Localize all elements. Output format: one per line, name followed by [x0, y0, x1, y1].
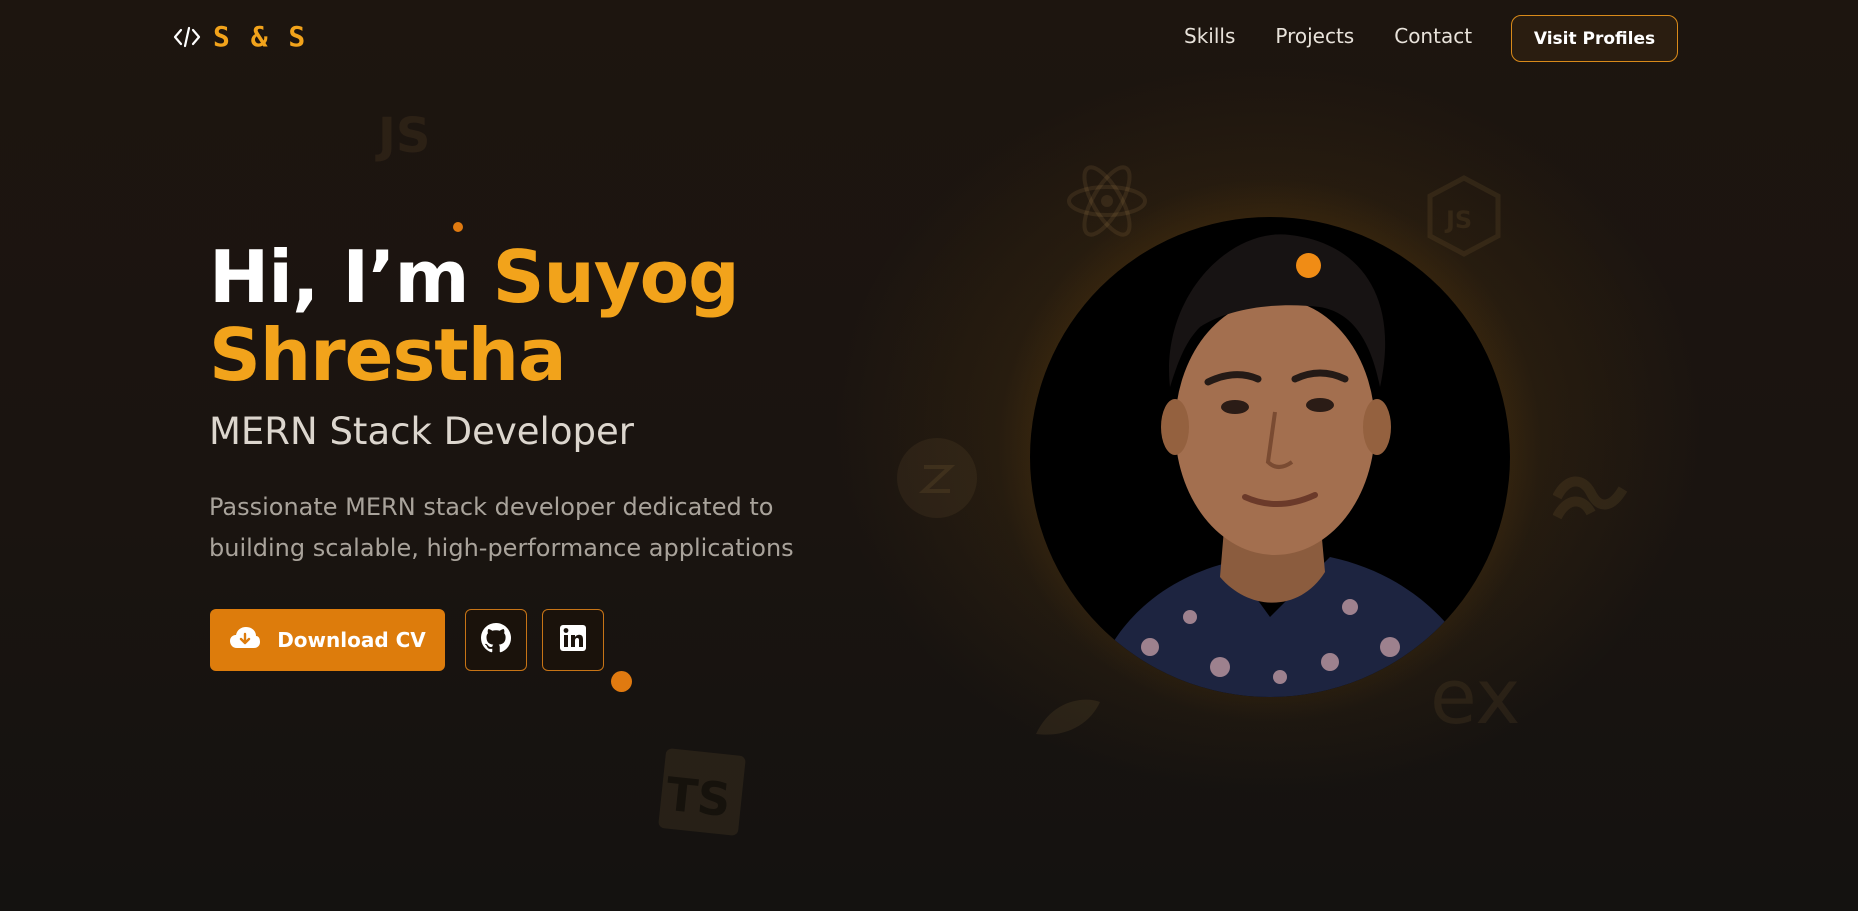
- typescript-bg-icon: TS: [658, 748, 746, 840]
- logo-text: S & S: [213, 20, 308, 53]
- decorative-dot: [611, 671, 632, 692]
- typescript-bg-label: TS: [663, 766, 734, 828]
- mongodb-bg-icon: [1032, 694, 1102, 744]
- hero-name-first: Suyog: [492, 235, 740, 319]
- decorative-dot: [1296, 253, 1321, 278]
- hero-description: Passionate MERN stack developer dedicate…: [209, 493, 794, 562]
- nav-link-contact[interactable]: Contact: [1394, 24, 1472, 48]
- github-icon: [481, 623, 511, 657]
- linkedin-icon: [559, 624, 587, 656]
- decorative-dot: [453, 222, 463, 232]
- github-button[interactable]: [465, 609, 527, 671]
- logo[interactable]: S & S: [173, 20, 307, 53]
- download-cv-label: Download CV: [277, 628, 426, 652]
- linkedin-button[interactable]: [542, 609, 604, 671]
- hero-greeting: Hi, I’m: [209, 235, 493, 319]
- cloud-download-icon: [229, 626, 261, 655]
- visit-profiles-button[interactable]: Visit Profiles: [1511, 15, 1678, 62]
- nav-link-skills[interactable]: Skills: [1184, 24, 1235, 48]
- hero-role: MERN Stack Developer: [209, 410, 634, 453]
- nav-link-projects[interactable]: Projects: [1275, 24, 1354, 48]
- hero-heading: Hi, I’m Suyog Shrestha: [209, 235, 740, 397]
- js-bg-icon: JS: [378, 108, 431, 164]
- code-icon: [173, 23, 201, 51]
- profile-photo: [1030, 217, 1510, 697]
- download-cv-button[interactable]: Download CV: [210, 609, 445, 671]
- hero-name-last: Shrestha: [209, 313, 567, 397]
- navbar: S & S Skills Projects Contact Visit Prof…: [0, 0, 1858, 76]
- nav-links: Skills Projects Contact: [1184, 24, 1472, 48]
